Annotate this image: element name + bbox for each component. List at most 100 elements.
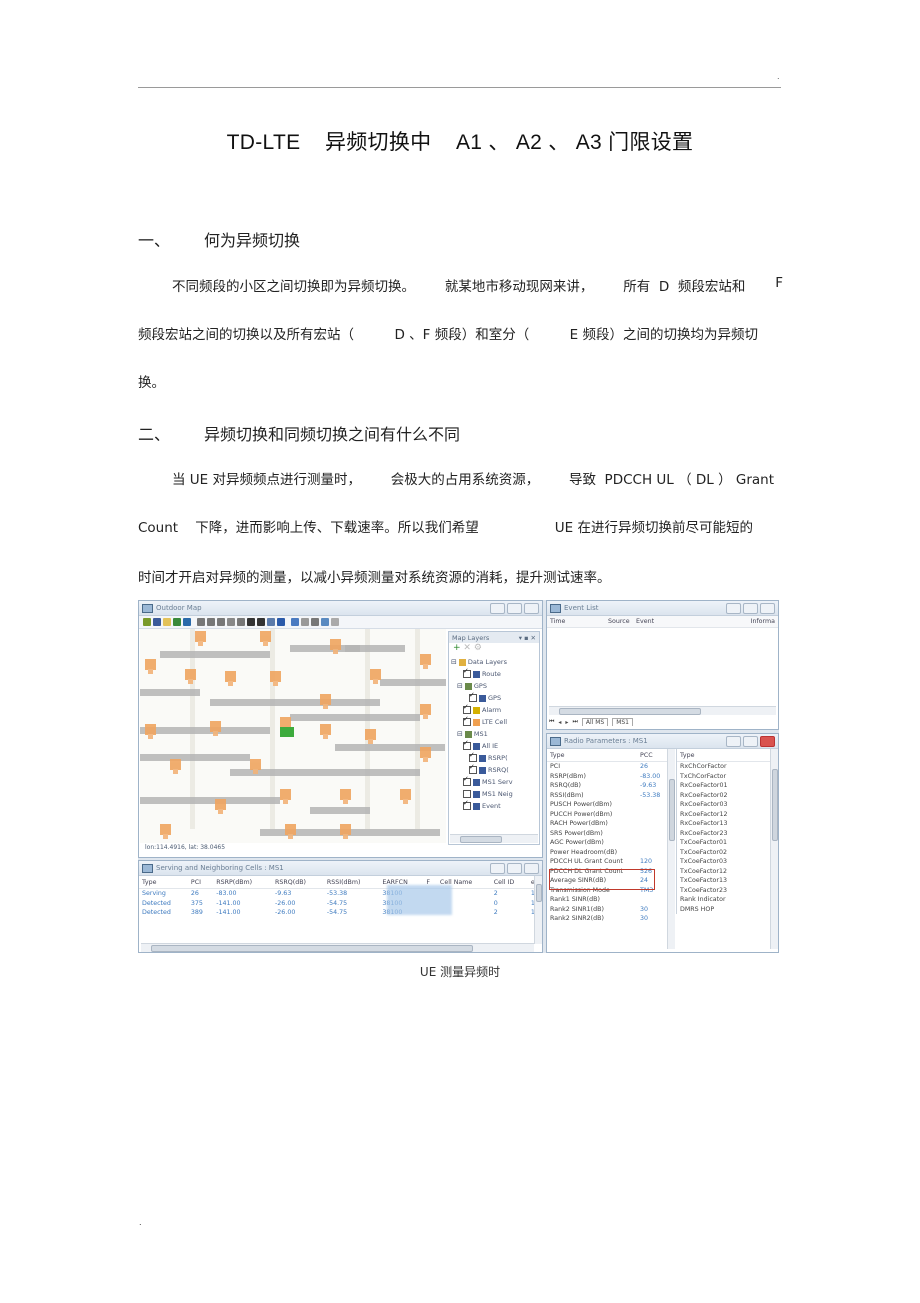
stack-icon[interactable] (173, 618, 181, 626)
table-row[interactable]: TxCoeFactor13 (677, 876, 772, 886)
table-icon[interactable] (267, 618, 275, 626)
table-row[interactable]: RxCoeFactor23 (677, 829, 772, 839)
cell-site-icon[interactable] (420, 654, 431, 669)
table-row[interactable]: TxChCorFactor (677, 772, 772, 782)
layer-checkbox[interactable] (463, 790, 471, 798)
table-row[interactable]: RSRP(dBm) -83.00 (547, 772, 667, 782)
zoom-rect-icon[interactable] (217, 618, 225, 626)
right-vscroll[interactable] (770, 749, 778, 949)
cell-site-icon[interactable] (320, 724, 331, 739)
layer-item[interactable]: RSRP( (451, 751, 539, 764)
table-row[interactable]: PDCCH UL Grant Count 120 (547, 857, 667, 867)
cell-site-icon[interactable] (145, 659, 156, 674)
table-row[interactable]: RxCoeFactor03 (677, 800, 772, 810)
minimize-button[interactable] (726, 603, 741, 614)
table-row[interactable]: PUSCH Power(dBm) (547, 800, 667, 810)
column-header[interactable]: RSSI(dBm) (323, 876, 380, 889)
table-row[interactable]: RxCoeFactor13 (677, 819, 772, 829)
table-row[interactable]: TxCoeFactor02 (677, 848, 772, 858)
layer-item[interactable]: Route (451, 667, 539, 680)
table-row[interactable]: TxCoeFactor23 (677, 886, 772, 896)
table-row[interactable]: TxCoeFactor12 (677, 867, 772, 877)
column-header[interactable]: Informa (751, 618, 775, 625)
table-row[interactable]: Rank Indicator (677, 895, 772, 905)
cell-site-icon[interactable] (370, 669, 381, 684)
cells-vscroll[interactable] (534, 876, 542, 944)
layer-item[interactable]: LTE Cell (451, 715, 539, 728)
table-row[interactable]: RxChCorFactor (677, 762, 772, 772)
cell-site-icon[interactable] (145, 724, 156, 739)
table-row[interactable]: RxCoeFactor12 (677, 810, 772, 820)
column-header[interactable]: Type (547, 749, 638, 762)
pin-icon[interactable] (247, 618, 255, 626)
cell-site-icon[interactable] (420, 704, 431, 719)
column-header[interactable]: PCC (637, 749, 667, 762)
column-header[interactable]: Cell ID (490, 876, 528, 889)
grid-icon[interactable] (301, 618, 309, 626)
table-row[interactable]: RxCoeFactor02 (677, 791, 772, 801)
tab-ms1[interactable]: MS1 (612, 718, 633, 726)
cell-site-icon[interactable] (185, 669, 196, 684)
add-icon[interactable] (321, 618, 329, 626)
restore-button[interactable] (507, 603, 522, 614)
expand-icon[interactable]: ⊟ (451, 658, 457, 666)
column-header[interactable]: RSRQ(dB) (272, 876, 324, 889)
doc-icon[interactable] (331, 618, 339, 626)
column-header[interactable]: Source (608, 618, 636, 625)
cell-site-icon[interactable] (280, 789, 291, 804)
measure-icon[interactable] (237, 618, 245, 626)
restore-button[interactable] (507, 863, 522, 874)
expand-icon[interactable]: ⊟ (457, 730, 463, 738)
table-row[interactable]: RSSI(dBm) -53.38 (547, 791, 667, 801)
table-row[interactable]: Detected375-141.00-26.00-54.753810001 (139, 899, 542, 909)
cell-site-icon[interactable] (210, 721, 221, 736)
table-row[interactable]: DMRS HOP (677, 905, 772, 915)
close-button[interactable] (524, 603, 539, 614)
table-row[interactable]: RACH Power(dBm) (547, 819, 667, 829)
layer-settings-icon[interactable]: ⚙ (474, 643, 482, 653)
left-vscroll[interactable] (667, 749, 675, 949)
cell-site-icon[interactable] (260, 631, 271, 646)
cell-site-icon[interactable] (330, 639, 341, 654)
cells-hscroll[interactable] (141, 943, 534, 952)
save-icon[interactable] (153, 618, 161, 626)
layer-item[interactable]: ⊟ GPS (451, 680, 539, 692)
cell-site-icon[interactable] (160, 824, 171, 839)
table-row[interactable]: Serving26-83.00-9.63-53.383810021 (139, 889, 542, 899)
table-row[interactable]: Rank2 SINR1(dB) 30 (547, 905, 667, 915)
layer-item[interactable]: MS1 Serv (451, 775, 539, 788)
cell-site-icon[interactable] (270, 671, 281, 686)
table-row[interactable]: Power Headroom(dB) (547, 848, 667, 858)
layer-checkbox[interactable] (463, 739, 471, 750)
pan-icon[interactable] (227, 618, 235, 626)
column-header[interactable]: PCI (187, 876, 214, 889)
cell-site-icon[interactable] (340, 824, 351, 839)
minimize-button[interactable] (490, 863, 505, 874)
zoom-in-icon[interactable] (197, 618, 205, 626)
layer-checkbox[interactable] (463, 799, 471, 810)
pin-line-icon[interactable] (257, 618, 265, 626)
zoom-out-icon[interactable] (207, 618, 215, 626)
layer-checkbox[interactable] (463, 703, 471, 714)
column-header[interactable]: Type (139, 876, 188, 889)
table-row[interactable]: TxCoeFactor01 (677, 838, 772, 848)
table-row[interactable]: SRS Power(dBm) (547, 829, 667, 839)
next-icon[interactable]: ▸ (565, 719, 568, 726)
table-row[interactable]: Rank1 SINR(dB) (547, 895, 667, 905)
layer-checkbox[interactable] (469, 763, 477, 774)
cell-site-icon[interactable] (170, 759, 181, 774)
cell-site-icon[interactable] (340, 789, 351, 804)
tab-all-ms[interactable]: All MS (581, 718, 609, 726)
cell-site-icon[interactable] (320, 694, 331, 709)
cell-site-icon[interactable] (250, 759, 261, 774)
cell-site-icon[interactable] (400, 789, 411, 804)
cell-site-icon[interactable] (195, 631, 206, 646)
expand-icon[interactable]: ⊟ (457, 682, 463, 690)
restore-button[interactable] (743, 603, 758, 614)
column-header[interactable]: Event (636, 618, 751, 625)
cell-site-icon[interactable] (215, 799, 226, 814)
table-row[interactable]: Rank2 SINR2(dB) 30 (547, 914, 667, 924)
first-page-icon[interactable]: ⏮ (549, 718, 554, 726)
add-layer-icon[interactable]: + (453, 643, 461, 653)
layers-hscroll[interactable] (450, 834, 538, 843)
